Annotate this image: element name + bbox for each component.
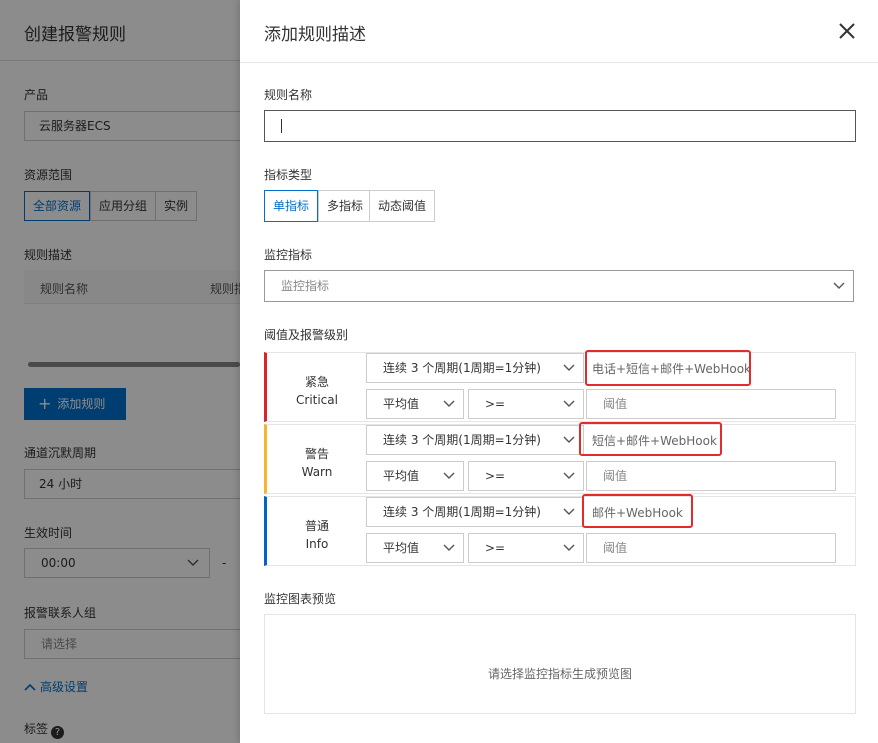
operator-value: >=: [485, 397, 506, 411]
rule-name-input[interactable]: [264, 110, 856, 142]
period-select-critical[interactable]: 连续 3 个周期(1周期=1分钟): [366, 353, 584, 383]
operator-select-info[interactable]: >=: [468, 533, 584, 563]
period-value: 连续 3 个周期(1周期=1分钟): [383, 433, 541, 447]
period-select-warn[interactable]: 连续 3 个周期(1周期=1分钟): [366, 425, 584, 455]
drawer-title: 添加规则描述: [264, 25, 366, 45]
threshold-input-critical[interactable]: 阈值: [586, 389, 836, 419]
threshold-label: 阈值及报警级别: [264, 328, 349, 342]
chevron-down-icon: [563, 508, 575, 515]
text-caret: [281, 119, 282, 133]
period-value: 连续 3 个周期(1周期=1分钟): [383, 361, 541, 375]
chevron-down-icon: [443, 472, 455, 479]
chart-preview: 请选择监控指标生成预览图: [264, 614, 856, 714]
stat-select-warn[interactable]: 平均值: [366, 461, 464, 491]
metric-placeholder: 监控指标: [281, 279, 330, 293]
level-name-en: Critical: [296, 393, 338, 407]
operator-value: >=: [485, 469, 506, 483]
chevron-down-icon: [563, 544, 575, 551]
close-icon[interactable]: [836, 20, 858, 42]
level-info-name: 普通 Info: [267, 517, 367, 553]
metric-label: 监控指标: [264, 248, 313, 262]
level-name-cn: 普通: [304, 519, 329, 533]
highlight-box: [582, 494, 693, 528]
level-name-en: Warn: [301, 465, 333, 479]
preview-label: 监控图表预览: [264, 592, 337, 606]
metric-select[interactable]: 监控指标: [264, 270, 854, 302]
stat-value: 平均值: [383, 397, 420, 411]
stat-value: 平均值: [383, 541, 420, 555]
threshold-placeholder: 阈值: [603, 397, 628, 411]
chevron-down-icon: [563, 436, 575, 443]
level-name-cn: 紧急: [304, 375, 329, 389]
chevron-down-icon: [833, 282, 845, 289]
overlay-mask[interactable]: [0, 0, 240, 743]
operator-select-critical[interactable]: >=: [468, 389, 584, 419]
chevron-down-icon: [563, 472, 575, 479]
period-value: 连续 3 个周期(1周期=1分钟): [383, 505, 541, 519]
highlight-box: [585, 350, 751, 386]
metric-type-multi[interactable]: 多指标: [318, 190, 373, 222]
highlight-box: [579, 422, 722, 456]
chevron-down-icon: [563, 400, 575, 407]
metric-type-single[interactable]: 单指标: [264, 190, 319, 222]
add-rule-drawer: 添加规则描述 规则名称 指标类型 单指标 多指标 动态阈值 监控指标 监控指标 …: [240, 0, 878, 743]
operator-select-warn[interactable]: >=: [468, 461, 584, 491]
stat-select-critical[interactable]: 平均值: [366, 389, 464, 419]
chevron-down-icon: [443, 400, 455, 407]
operator-value: >=: [485, 541, 506, 555]
period-select-info[interactable]: 连续 3 个周期(1周期=1分钟): [366, 497, 584, 527]
chevron-down-icon: [443, 544, 455, 551]
threshold-placeholder: 阈值: [603, 541, 628, 555]
threshold-input-info[interactable]: 阈值: [586, 533, 836, 563]
divider: [240, 62, 878, 63]
metric-type-dynamic[interactable]: 动态阈值: [369, 190, 436, 222]
stat-value: 平均值: [383, 469, 420, 483]
chevron-down-icon: [563, 364, 575, 371]
stat-select-info[interactable]: 平均值: [366, 533, 464, 563]
threshold-placeholder: 阈值: [603, 469, 628, 483]
threshold-input-warn[interactable]: 阈值: [586, 461, 836, 491]
level-critical-name: 紧急 Critical: [267, 373, 367, 409]
level-name-en: Info: [305, 537, 329, 551]
level-name-cn: 警告: [304, 447, 329, 461]
level-warn-name: 警告 Warn: [267, 445, 367, 481]
preview-empty-text: 请选择监控指标生成预览图: [487, 667, 632, 681]
rule-name-label: 规则名称: [264, 88, 313, 102]
metric-type-label: 指标类型: [264, 168, 313, 182]
